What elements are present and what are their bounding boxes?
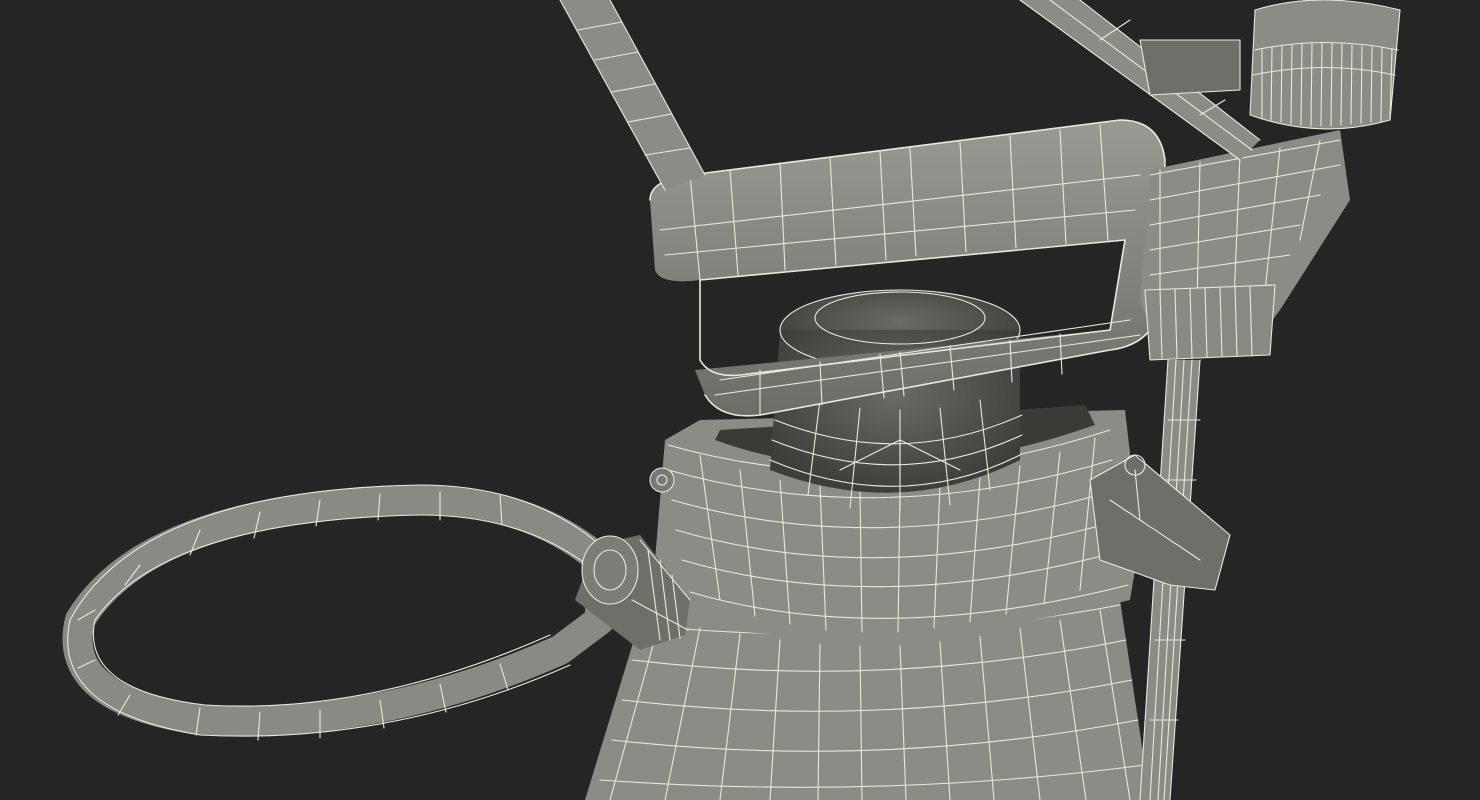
carry-strap: [559, 0, 706, 191]
knurled-grip: [1249, 0, 1401, 130]
hose-loop: [62, 484, 615, 741]
rim-lug-left: [649, 467, 675, 493]
pump-handle: [649, 119, 1166, 417]
sprayer-wireframe-render: [62, 0, 1401, 800]
3d-viewport[interactable]: [0, 0, 1480, 800]
nozzle-assembly: [1140, 130, 1350, 361]
